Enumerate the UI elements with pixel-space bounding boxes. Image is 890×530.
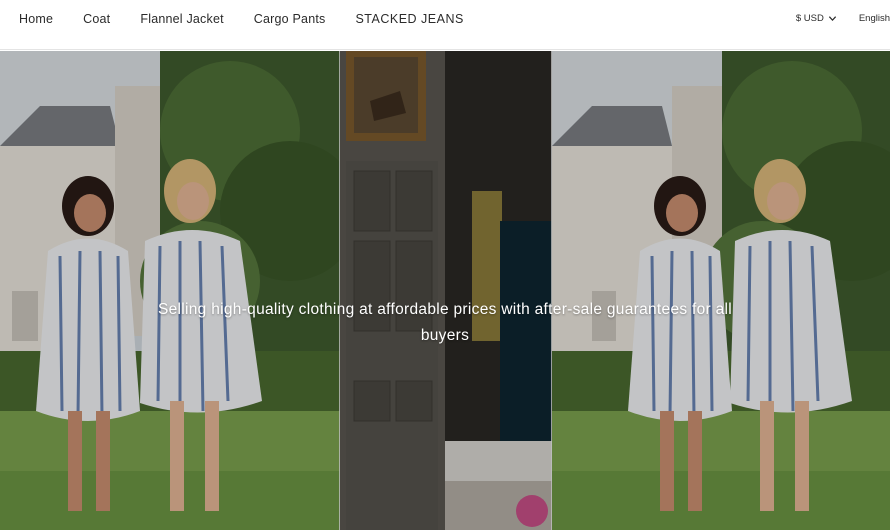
- language-selector[interactable]: English: [859, 13, 890, 24]
- chevron-down-icon: [828, 16, 836, 22]
- main-nav: Home Coat Flannel Jacket Cargo Pants STA…: [19, 12, 464, 26]
- hero-banner: Selling high-quality clothing at afforda…: [0, 51, 890, 530]
- hero-tagline: Selling high-quality clothing at afforda…: [157, 301, 733, 344]
- site-header: Home Coat Flannel Jacket Cargo Pants STA…: [0, 0, 890, 50]
- hero-image-right: [552, 51, 890, 530]
- hero-image-left: [0, 51, 340, 530]
- nav-item-coat[interactable]: Coat: [83, 12, 110, 26]
- hero-image-middle: [340, 51, 552, 530]
- currency-selector[interactable]: $ USD: [796, 13, 837, 24]
- nav-item-home[interactable]: Home: [19, 12, 53, 26]
- nav-item-cargo-pants[interactable]: Cargo Pants: [254, 12, 326, 26]
- header-utilities: $ USD English: [796, 13, 890, 24]
- nav-item-flannel-jacket[interactable]: Flannel Jacket: [140, 12, 223, 26]
- nav-item-stacked-jeans[interactable]: STACKED JEANS: [355, 12, 463, 26]
- currency-label: $ USD: [795, 13, 824, 24]
